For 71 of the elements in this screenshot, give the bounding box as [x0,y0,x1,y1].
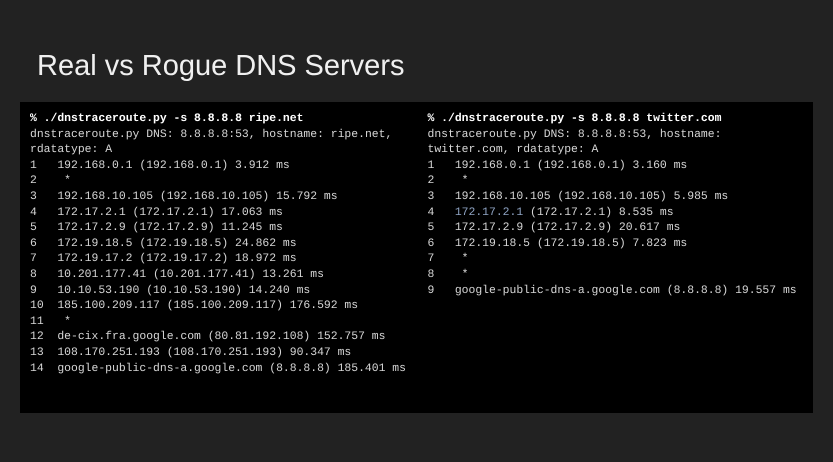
hop-detail: (80.81.192.108) 152.757 ms [208,330,386,346]
hop-address: * [64,174,71,190]
output-line: rdatatype: A [30,143,112,158]
hop-number: 4 [428,206,434,219]
output-line: dnstraceroute.py DNS: 8.8.8.8:53, hostname: ripe.net, [30,128,392,143]
slide-title: Real vs Rogue DNS Servers [37,52,404,80]
output-line: dnstraceroute.py DNS: 8.8.8.8:53, hostname: [428,128,722,143]
hop-detail: (172.17.2.1) 17.063 ms [132,206,283,221]
hop-number: 1 [428,160,434,172]
hop-detail: (192.168.10.105) 15.792 ms [160,190,338,205]
hop-number: 14 [30,362,44,374]
hop-address: * [462,174,468,190]
hop-address: 185.100.209.117 [57,299,160,314]
hop-detail: (172.19.18.5) 7.823 ms [536,236,688,252]
hop-number: 7 [428,253,434,266]
hop-number: 10 [30,300,44,312]
hop-number: 9 [428,284,434,297]
hop-number: 2 [30,175,37,188]
hop-address: google-public-dns-a.google.com [454,284,660,299]
hop-detail: (172.19.17.2) 18.972 ms [139,252,297,268]
hop-number: 12 [30,331,44,344]
hop-address: 172.17.2.1 [454,206,524,221]
hop-number: 6 [428,238,434,250]
hop-number: 1 [30,160,37,172]
hop-address: google-public-dns-a.google.com [57,362,262,376]
hop-detail: (8.8.8.8) 185.401 ms [269,362,406,376]
hop-number: 6 [30,238,37,250]
hop-address: 192.168.10.105 [57,190,154,205]
hop-address: de-cix.fra.google.com [57,330,201,346]
hop-address: 192.168.0.1 [454,158,530,174]
hop-detail: (108.170.251.193) 90.347 ms [166,346,352,361]
hop-number: 5 [428,222,434,234]
hop-number: 3 [428,190,434,203]
hop-detail: (192.168.0.1) 3.912 ms [139,158,290,174]
hop-address: * [462,268,468,283]
hop-detail: (172.17.2.9) 11.245 ms [132,221,283,236]
hop-number: 8 [30,268,37,281]
hop-number: 9 [30,284,37,297]
hop-address: 192.168.0.1 [57,158,133,174]
hop-address: 172.19.18.5 [57,236,133,252]
hop-number: 7 [30,253,37,266]
hop-detail: (192.168.10.105) 5.985 ms [557,190,728,205]
hop-detail: (185.100.209.117) 176.592 ms [166,299,358,314]
hop-address: 172.17.2.9 [57,221,126,236]
hop-detail: (192.168.0.1) 3.160 ms [536,158,688,174]
hop-number: 11 [30,316,44,328]
hop-detail: (10.10.53.190) 14.240 ms [146,284,310,299]
hop-address: * [64,314,71,330]
hop-detail: (10.201.177.41) 13.261 ms [153,268,324,283]
hop-address: 10.10.53.190 [57,284,140,299]
hop-address: 192.168.10.105 [454,190,551,205]
hop-detail: (172.19.18.5) 24.862 ms [139,236,297,252]
command-line: % ./dnstraceroute.py -s 8.8.8.8 ripe.net [30,112,304,127]
hop-number: 13 [30,346,44,359]
hop-address: 108.170.251.193 [57,346,160,361]
hop-detail: (172.17.2.9) 20.617 ms [530,221,680,236]
hop-address: 172.19.17.2 [57,252,133,268]
hop-address: * [462,252,468,268]
hop-address: 10.201.177.41 [57,268,146,283]
output-line: twitter.com, rdatatype: A [428,143,598,158]
hop-address: 172.19.18.5 [454,236,530,252]
command-line: % ./dnstraceroute.py -s 8.8.8.8 twitter.com [428,112,722,127]
hop-number: 8 [428,268,434,281]
hop-number: 5 [30,222,37,234]
hop-number: 4 [30,206,37,219]
hop-address: 172.17.2.1 [57,206,126,221]
hop-address: 172.17.2.9 [454,221,524,236]
hop-detail: (172.17.2.1) 8.535 ms [530,206,674,221]
hop-number: 2 [428,175,434,188]
hop-detail: (8.8.8.8) 19.557 ms [666,284,797,299]
hop-number: 3 [30,190,37,203]
